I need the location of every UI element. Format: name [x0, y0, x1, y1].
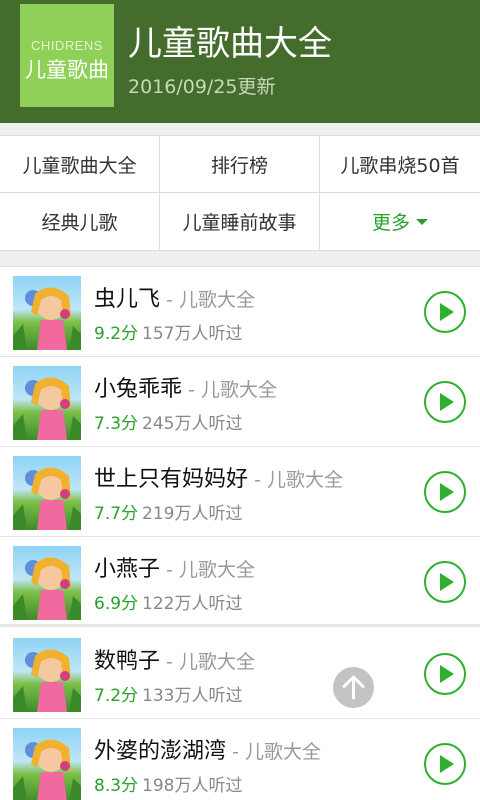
song-name: 数鸭子 — [94, 649, 161, 674]
song-rating: 7.2分 — [94, 686, 139, 706]
song-rating: 8.3分 — [94, 776, 139, 796]
caret-down-icon — [416, 218, 428, 225]
category-label: 经典儿歌 — [41, 212, 118, 234]
logo-english-text: CHIDRENS — [31, 38, 103, 53]
song-title: 世上只有妈妈好 - 儿歌大全 — [94, 467, 343, 492]
song-name: 小兔乖乖 — [94, 377, 183, 402]
category-rankings[interactable]: 排行榜 — [160, 136, 320, 193]
song-album: 儿歌大全 — [244, 741, 321, 763]
category-bedtime-stories[interactable]: 儿童睡前故事 — [160, 193, 320, 250]
song-cover-image — [13, 366, 81, 440]
category-classic-songs[interactable]: 经典儿歌 — [0, 193, 160, 250]
song-name: 小燕子 — [94, 557, 161, 582]
song-meta: 7.7分 219万人听过 — [94, 499, 243, 524]
play-button[interactable] — [424, 291, 466, 333]
song-title: 外婆的澎湖湾 - 儿歌大全 — [94, 739, 321, 764]
song-cover-image — [13, 456, 81, 530]
song-cover-image — [13, 276, 81, 350]
category-medley-50[interactable]: 儿歌串烧50首 — [320, 136, 480, 193]
category-grid: 儿童歌曲大全 排行榜 儿歌串烧50首 经典儿歌 儿童睡前故事 更多 — [0, 135, 480, 251]
song-list-item[interactable]: 虫儿飞 - 儿歌大全 9.2分 157万人听过 — [0, 267, 480, 357]
song-cover-image — [13, 546, 81, 620]
song-meta: 9.2分 157万人听过 — [94, 319, 243, 344]
song-play-count: 133万人听过 — [142, 686, 243, 706]
app-header: CHIDRENS 儿童歌曲 儿童歌曲大全 2016/09/25更新 — [0, 0, 480, 123]
song-play-count: 122万人听过 — [142, 594, 243, 614]
song-album: 儿歌大全 — [178, 289, 255, 311]
play-button[interactable] — [424, 653, 466, 695]
song-title: 数鸭子 - 儿歌大全 — [94, 649, 255, 674]
song-name: 世上只有妈妈好 — [94, 467, 249, 492]
play-button[interactable] — [424, 381, 466, 423]
app-logo: CHIDRENS 儿童歌曲 — [20, 4, 114, 107]
logo-chinese-text: 儿童歌曲 — [25, 58, 109, 82]
play-button[interactable] — [424, 471, 466, 513]
arrow-up-icon — [342, 675, 365, 700]
play-circle-icon — [440, 393, 454, 411]
play-button[interactable] — [424, 561, 466, 603]
song-title: 小燕子 - 儿歌大全 — [94, 557, 255, 582]
category-children-songs[interactable]: 儿童歌曲大全 — [0, 136, 160, 193]
update-date: 2016/09/25更新 — [128, 76, 276, 98]
category-more-button[interactable]: 更多 — [320, 193, 480, 250]
song-play-count: 245万人听过 — [142, 414, 243, 434]
song-play-count: 219万人听过 — [142, 504, 243, 524]
song-cover-image — [13, 638, 81, 712]
category-label: 更多 — [371, 212, 410, 234]
play-circle-icon — [440, 665, 454, 683]
category-label: 儿歌串烧50首 — [340, 154, 460, 177]
play-circle-icon — [440, 303, 454, 321]
song-play-count: 198万人听过 — [142, 776, 243, 796]
song-list-item[interactable]: 小燕子 - 儿歌大全 6.9分 122万人听过 — [0, 537, 480, 627]
song-title: 小兔乖乖 - 儿歌大全 — [94, 377, 277, 402]
song-list-item[interactable]: 数鸭子 - 儿歌大全 7.2分 133万人听过 — [0, 629, 480, 719]
scroll-to-top-button[interactable] — [333, 667, 374, 708]
song-album: 儿歌大全 — [178, 559, 255, 581]
song-list: 虫儿飞 - 儿歌大全 9.2分 157万人听过 小兔乖乖 - 儿歌大全 7.3分 2… — [0, 266, 480, 800]
song-album: 儿歌大全 — [178, 651, 255, 673]
song-meta: 7.3分 245万人听过 — [94, 409, 243, 434]
song-name: 外婆的澎湖湾 — [94, 739, 227, 764]
song-name: 虫儿飞 — [94, 287, 161, 312]
song-rating: 6.9分 — [94, 594, 139, 614]
play-button[interactable] — [424, 743, 466, 785]
song-list-item[interactable]: 世上只有妈妈好 - 儿歌大全 7.7分 219万人听过 — [0, 447, 480, 537]
category-label: 儿童歌曲大全 — [22, 154, 137, 177]
song-rating: 7.7分 — [94, 504, 139, 524]
play-circle-icon — [440, 483, 454, 501]
song-rating: 9.2分 — [94, 324, 139, 344]
song-title: 虫儿飞 - 儿歌大全 — [94, 287, 255, 312]
play-circle-icon — [440, 755, 454, 773]
category-label: 儿童睡前故事 — [182, 212, 297, 234]
play-circle-icon — [440, 573, 454, 591]
song-list-item[interactable]: 外婆的澎湖湾 - 儿歌大全 8.3分 198万人听过 — [0, 719, 480, 800]
song-meta: 7.2分 133万人听过 — [94, 681, 243, 706]
song-play-count: 157万人听过 — [142, 324, 243, 344]
song-album: 儿歌大全 — [266, 469, 343, 491]
song-rating: 7.3分 — [94, 414, 139, 434]
song-meta: 8.3分 198万人听过 — [94, 771, 243, 796]
song-album: 儿歌大全 — [200, 379, 277, 401]
song-meta: 6.9分 122万人听过 — [94, 589, 243, 614]
app-title: 儿童歌曲大全 — [128, 24, 332, 64]
category-label: 排行榜 — [210, 154, 268, 177]
song-list-item[interactable]: 小兔乖乖 - 儿歌大全 7.3分 245万人听过 — [0, 357, 480, 447]
song-cover-image — [13, 728, 81, 800]
